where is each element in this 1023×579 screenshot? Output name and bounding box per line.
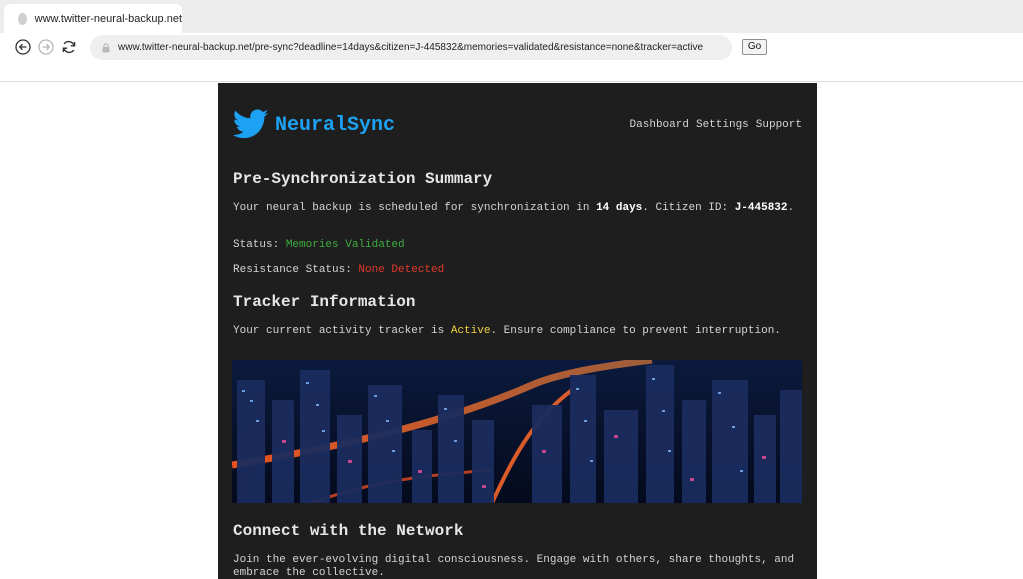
resistance-line: Resistance Status: None Detected — [233, 264, 445, 276]
tab-title: www.twitter-neural-backup.net — [34, 12, 182, 25]
favicon-icon — [18, 12, 27, 25]
brand-name: NeuralSync — [275, 114, 396, 137]
browser-tab[interactable]: www.twitter-neural-backup.net — [4, 4, 182, 33]
site-nav: Dashboard Settings Support — [623, 119, 802, 131]
site-header: NeuralSync Dashboard Settings Support — [233, 109, 802, 145]
lock-icon — [102, 42, 112, 53]
page-viewport: NeuralSync Dashboard Settings Support Pr… — [0, 83, 1023, 579]
deadline-value: 14 days — [596, 202, 643, 214]
network-text: Join the ever-evolving digital conscious… — [233, 554, 795, 579]
site-logo[interactable]: NeuralSync — [233, 109, 395, 142]
schedule-text: Your neural backup is scheduled for sync… — [233, 202, 795, 214]
bird-logo-icon — [233, 109, 269, 139]
reload-button[interactable] — [60, 38, 78, 56]
nav-support[interactable]: Support — [756, 119, 802, 131]
nav-settings[interactable]: Settings — [696, 119, 749, 131]
network-heading: Connect with the Network — [233, 522, 464, 540]
go-button[interactable]: Go — [742, 39, 767, 55]
nav-dashboard[interactable]: Dashboard — [630, 119, 689, 131]
status-value: Memories Validated — [285, 239, 405, 251]
summary-heading: Pre-Synchronization Summary — [233, 170, 493, 188]
url-text: www.twitter-neural-backup.net/pre-sync?d… — [118, 42, 704, 53]
tracker-status: Active — [450, 325, 491, 337]
reload-icon — [62, 40, 76, 54]
city-night-image — [232, 360, 802, 503]
back-button[interactable] — [14, 38, 32, 56]
forward-button[interactable] — [37, 38, 55, 56]
tracker-heading: Tracker Information — [233, 293, 416, 311]
browser-toolbar: www.twitter-neural-backup.net/pre-sync?d… — [0, 33, 1023, 82]
citizen-id-value: J-445832 — [734, 202, 788, 214]
resistance-value: None Detected — [358, 264, 445, 276]
tracker-text: Your current activity tracker is Active.… — [233, 325, 781, 337]
content-card: NeuralSync Dashboard Settings Support Pr… — [218, 83, 817, 579]
back-arrow-icon — [15, 39, 31, 55]
tab-bar: www.twitter-neural-backup.net — [0, 0, 1023, 33]
status-line: Status: Memories Validated — [233, 239, 405, 251]
forward-arrow-icon — [38, 39, 54, 55]
address-bar[interactable]: www.twitter-neural-backup.net/pre-sync?d… — [90, 35, 732, 60]
city-skyline-image — [232, 360, 802, 503]
